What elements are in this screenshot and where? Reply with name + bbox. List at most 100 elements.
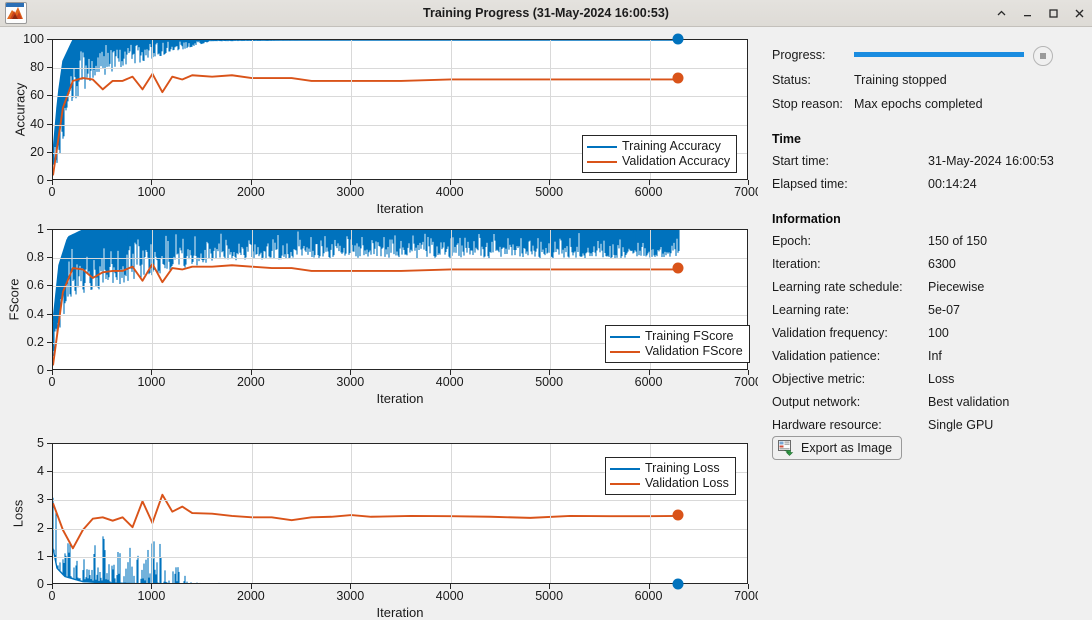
loss-x-axis-label: Iteration xyxy=(376,605,424,620)
x-tick-mark xyxy=(52,180,53,185)
x-tick-mark xyxy=(52,370,53,375)
x-tick-mark xyxy=(449,370,451,375)
info-row-value: Single GPU xyxy=(928,418,994,432)
y-tick-mark xyxy=(47,257,52,259)
status-value-wrap: Training stopped xyxy=(854,73,947,87)
close-icon[interactable] xyxy=(1072,6,1086,20)
x-tick-mark xyxy=(151,584,153,589)
x-tick-label: 0 xyxy=(48,589,56,603)
info-row-label: Validation frequency: xyxy=(772,326,888,340)
x-tick-label: 0 xyxy=(48,375,56,389)
training-line-swatch xyxy=(610,467,640,470)
legend-item: Validation FScore xyxy=(610,344,743,359)
info-row-value: Piecewise xyxy=(928,280,985,294)
status-label: Status: xyxy=(772,73,811,87)
x-tick-label: 5000 xyxy=(535,589,564,603)
gridline xyxy=(450,230,452,369)
x-tick-mark xyxy=(250,180,252,185)
title-bar: Training Progress (31-May-2024 16:00:53) xyxy=(0,0,1092,27)
y-tick-mark xyxy=(47,471,52,473)
legend-label: Training Loss xyxy=(645,461,720,475)
gridline xyxy=(53,258,747,260)
legend-item: Validation Accuracy xyxy=(587,154,730,169)
maximize-icon[interactable] xyxy=(1046,6,1060,20)
gridline xyxy=(53,286,747,288)
x-tick-label: 4000 xyxy=(435,185,464,199)
y-tick-label: 0 xyxy=(37,173,44,187)
accuracy-x-axis-label: Iteration xyxy=(376,201,424,216)
gridline xyxy=(351,230,353,369)
info-row-label: Objective metric: xyxy=(772,372,866,386)
training-line-swatch xyxy=(587,145,617,148)
x-tick-mark xyxy=(748,584,749,589)
legend-item: Validation Loss xyxy=(610,476,729,491)
window-content: 0 20 40 60 80 100 0 1000 2000 3000 4000 5000 6000 700… xyxy=(0,27,1092,620)
x-tick-mark xyxy=(350,370,352,375)
status-value: Training stopped xyxy=(854,73,947,87)
x-tick-label: 5000 xyxy=(535,375,564,389)
x-tick-label: 6000 xyxy=(634,375,663,389)
info-row-label: Iteration: xyxy=(772,257,821,271)
legend-item: Training Accuracy xyxy=(587,139,730,154)
y-tick-mark xyxy=(47,39,52,40)
x-tick-label: 3000 xyxy=(336,185,365,199)
x-tick-label: 2000 xyxy=(236,185,265,199)
x-tick-mark xyxy=(151,180,153,185)
gridline xyxy=(450,40,452,179)
elapsed-time-row: Elapsed time: xyxy=(772,177,848,191)
gridline xyxy=(351,40,353,179)
validation-line-swatch xyxy=(610,350,640,353)
y-tick-mark xyxy=(47,123,52,125)
gridline xyxy=(450,444,452,583)
chart-loss: 0 1 2 3 4 5 0 1000 2000 3000 4000 5000 6000 7000 Loss… xyxy=(0,405,762,620)
export-image-icon xyxy=(778,440,795,456)
window-controls xyxy=(994,0,1086,26)
validation-line-swatch xyxy=(610,482,640,485)
y-tick-mark xyxy=(47,95,52,97)
gridline xyxy=(152,230,154,369)
collapse-icon[interactable] xyxy=(994,6,1008,20)
gridline xyxy=(53,124,747,126)
legend-label: Training FScore xyxy=(645,329,734,343)
training-end-marker xyxy=(672,33,684,45)
stop-reason-row: Stop reason: xyxy=(772,97,843,111)
legend-label: Validation Loss xyxy=(645,476,729,490)
x-tick-label: 1000 xyxy=(137,185,166,199)
loss-y-axis-label: Loss xyxy=(10,499,26,528)
start-time-label: Start time: xyxy=(772,154,829,168)
info-row-value: Loss xyxy=(928,372,955,386)
minimize-icon[interactable] xyxy=(1020,6,1034,20)
legend-item: Training Loss xyxy=(610,461,729,476)
y-tick-mark xyxy=(47,285,52,287)
info-row-value: 5e-07 xyxy=(928,303,960,317)
stop-button[interactable] xyxy=(1033,46,1053,66)
stop-reason-value-wrap: Max epochs completed xyxy=(854,97,983,111)
validation-line xyxy=(53,493,680,550)
gridline xyxy=(251,230,253,369)
fscore-legend: Training FScore Validation FScore xyxy=(605,325,750,363)
x-tick-mark xyxy=(449,180,451,185)
y-tick-mark xyxy=(47,313,52,315)
training-line-swatch xyxy=(610,335,640,338)
gridline xyxy=(53,556,747,558)
x-tick-label: 3000 xyxy=(336,375,365,389)
validation-end-marker xyxy=(672,509,684,521)
y-tick-label: 0 xyxy=(37,577,44,591)
x-tick-label: 3000 xyxy=(336,589,365,603)
stop-reason-label: Stop reason: xyxy=(772,97,843,111)
export-as-image-button[interactable]: Export as Image xyxy=(772,436,903,460)
stop-reason-value: Max epochs completed xyxy=(854,97,983,111)
x-tick-mark xyxy=(250,370,252,375)
time-section-heading: Time xyxy=(772,132,801,146)
start-time-row: Start time: xyxy=(772,154,829,168)
chart-fscore: 0 0.2 0.4 0.6 0.8 1 0 1000 2000 3000 4000 5000 6000 7… xyxy=(0,217,762,412)
y-tick-mark xyxy=(47,555,52,557)
x-tick-label: 6000 xyxy=(634,185,663,199)
x-tick-mark xyxy=(449,584,451,589)
window-title: Training Progress (31-May-2024 16:00:53) xyxy=(423,6,669,20)
gridline xyxy=(53,528,747,530)
x-tick-label: 2000 xyxy=(236,375,265,389)
x-tick-mark xyxy=(151,370,153,375)
accuracy-legend: Training Accuracy Validation Accuracy xyxy=(582,135,738,173)
info-row-label: Validation patience: xyxy=(772,349,881,363)
